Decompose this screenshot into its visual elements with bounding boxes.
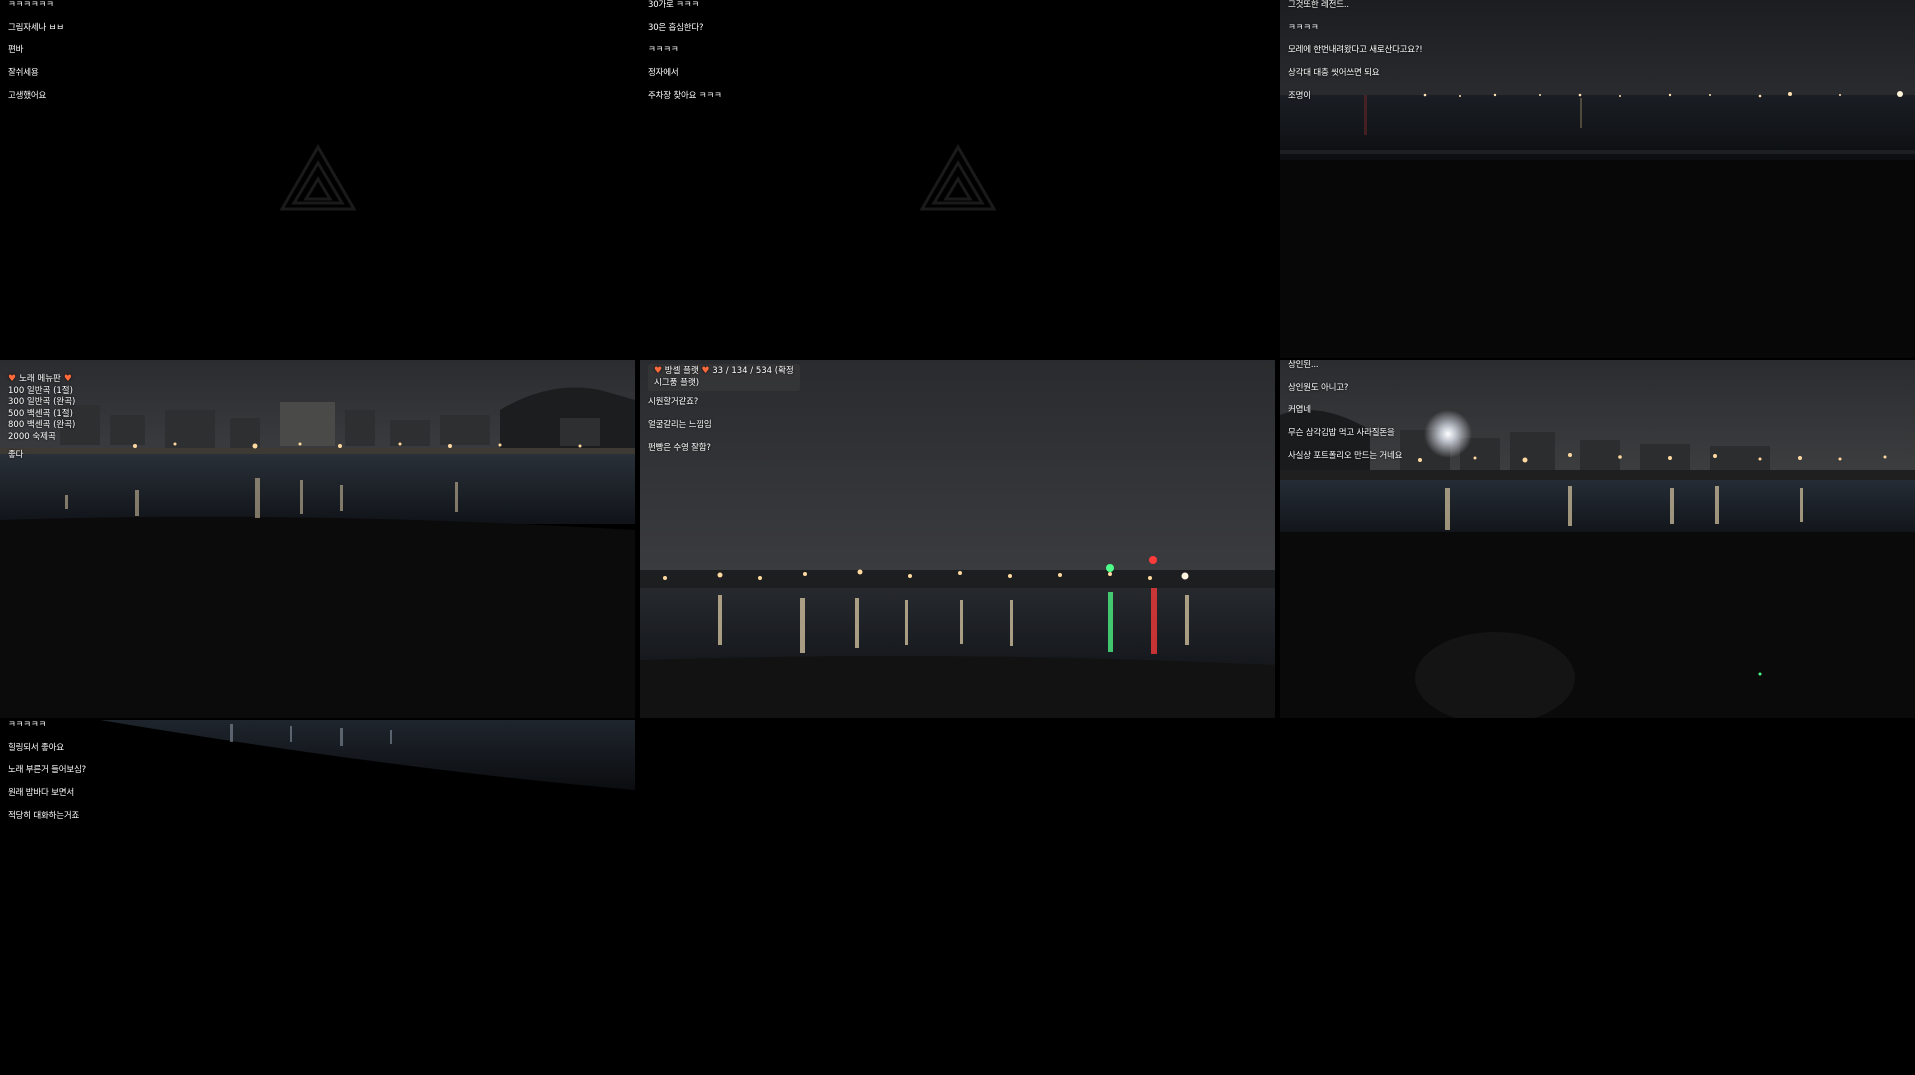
song-menu-item: 300 일반곡 (완곡): [8, 397, 76, 408]
chat-message: 30가로 ㅋㅋㅋ: [648, 0, 700, 11]
stream-tile-1[interactable]: ㅋㅋㅋㅋㅋㅋ 그림자세나 ㅂㅂ 편바 잘쉬세용 고생했어요: [0, 0, 635, 358]
chat-overlay: ♥ 방셀 플랫 ♥ 33 / 134 / 534 (확정 시그풍 플랫) 시원할…: [648, 364, 800, 459]
song-menu-item: 800 백센곡 (완곡): [8, 420, 76, 431]
chat-message: 힐링되서 좋아요: [8, 742, 64, 753]
chat-message: 상인된...: [1288, 360, 1319, 371]
chat-overlay: 상인된... 상인원도 아니고? 커엽네 무슨 삼각김밥 먹고 사라질돈을 사실…: [1288, 360, 1402, 467]
chat-message: 상각대 대충 씻어쓰면 되요: [1288, 68, 1380, 79]
song-menu-item: 100 일반곡 (1절): [8, 385, 73, 396]
chat-message: ㅋㅋㅋㅋㅋ: [8, 720, 47, 731]
song-menu-item: 500 백센곡 (1절): [8, 408, 73, 419]
chat-message: 커엽네: [1288, 405, 1311, 416]
stream-tile-3[interactable]: 그것또한 레전드.. ㅋㅋㅋㅋ 모레에 한번내려왔다고 새로산다고요?! 상각대…: [1280, 0, 1915, 358]
heart-icon: ♥: [8, 374, 17, 384]
stats-overlay: ♥ 방셀 플랫 ♥ 33 / 134 / 534 (확정 시그풍 플랫): [648, 364, 800, 392]
heart-icon: ♥: [654, 366, 663, 376]
chat-message: 고생했어요: [8, 90, 47, 101]
chat-overlay: 그것또한 레전드.. ㅋㅋㅋㅋ 모레에 한번내려왔다고 새로산다고요?! 상각대…: [1288, 0, 1423, 107]
stats-title: 방셀 플랫: [664, 366, 699, 376]
song-menu-title: 노래 메뉴판: [19, 374, 61, 384]
chat-message: 상인원도 아니고?: [1288, 382, 1349, 393]
stream-tile-6[interactable]: 상인된... 상인원도 아니고? 커엽네 무슨 삼각김밥 먹고 사라질돈을 사실…: [1280, 360, 1915, 718]
triangle-logo-icon: [279, 144, 357, 211]
chat-overlay: ♥ 노래 메뉴판 ♥ 100 일반곡 (1절) 300 일반곡 (완곡) 500 백…: [8, 364, 75, 466]
chat-message: 좋다: [8, 449, 24, 460]
chat-message: 적당히 대화하는거죠: [8, 810, 80, 821]
chat-overlay: ㅋㅋㅋㅋㅋ 힐링되서 좋아요 노래 부른거 들어보심? 원래 밤바다 보면서 적…: [8, 720, 86, 827]
chat-message: ㅋㅋㅋㅋㅋㅋ: [8, 0, 54, 11]
chat-message: 시원할거같죠?: [648, 397, 699, 408]
night-beach-scene: [0, 360, 635, 718]
chat-message: 잘쉬세용: [8, 68, 39, 79]
chat-message: 그것또한 레전드..: [1288, 0, 1349, 11]
stream-tile-7[interactable]: ㅋㅋㅋㅋㅋ 힐링되서 좋아요 노래 부른거 들어보심? 원래 밤바다 보면서 적…: [0, 720, 635, 1075]
chat-message: 사실상 포트폴리오 만드는 거네요: [1288, 450, 1403, 461]
chat-message: 무슨 삼각김밥 먹고 사라질돈을: [1288, 428, 1395, 439]
chat-message: 얼굴갈리는 느낌임: [648, 420, 712, 431]
chat-message: 노래 부른거 들어보심?: [8, 765, 86, 776]
chat-message: 편바: [8, 45, 24, 56]
chat-message: 주차장 찾아요 ㅋㅋㅋ: [648, 90, 722, 101]
stream-tile-5[interactable]: ♥ 방셀 플랫 ♥ 33 / 134 / 534 (확정 시그풍 플랫) 시원할…: [640, 360, 1275, 718]
chat-message: 30은 흡심한다?: [648, 22, 704, 33]
chat-message: 펀빵은 수영 잘함?: [648, 442, 711, 453]
stream-tile-2[interactable]: 30가로 ㅋㅋㅋ 30은 흡심한다? ㅋㅋㅋㅋ 정자에서 주차장 찾아요 ㅋㅋㅋ: [640, 0, 1275, 358]
chat-message: ㅋㅋㅋㅋ: [1288, 22, 1319, 33]
song-menu: ♥ 노래 메뉴판 ♥ 100 일반곡 (1절) 300 일반곡 (완곡) 500 백…: [8, 374, 75, 444]
stream-tile-4[interactable]: ♥ 노래 메뉴판 ♥ 100 일반곡 (1절) 300 일반곡 (완곡) 500 백…: [0, 360, 635, 718]
heart-icon: ♥: [63, 374, 72, 384]
dark-shore-scene: [0, 720, 635, 1075]
chat-message: 조명이: [1288, 90, 1311, 101]
heart-icon: ♥: [701, 366, 710, 376]
chat-message: 그림자세나 ㅂㅂ: [8, 22, 64, 33]
chat-overlay: 30가로 ㅋㅋㅋ 30은 흡심한다? ㅋㅋㅋㅋ 정자에서 주차장 찾아요 ㅋㅋㅋ: [648, 0, 722, 107]
chat-message: 정자에서: [648, 68, 679, 79]
chat-message: 원래 밤바다 보면서: [8, 788, 74, 799]
chat-message: 모레에 한번내려왔다고 새로산다고요?!: [1288, 45, 1423, 56]
song-menu-item: 2000 숙제곡: [8, 431, 56, 442]
triangle-logo-icon: [919, 144, 997, 211]
chat-overlay: ㅋㅋㅋㅋㅋㅋ 그림자세나 ㅂㅂ 편바 잘쉬세용 고생했어요: [8, 0, 64, 107]
chat-message: ㅋㅋㅋㅋ: [648, 45, 679, 56]
